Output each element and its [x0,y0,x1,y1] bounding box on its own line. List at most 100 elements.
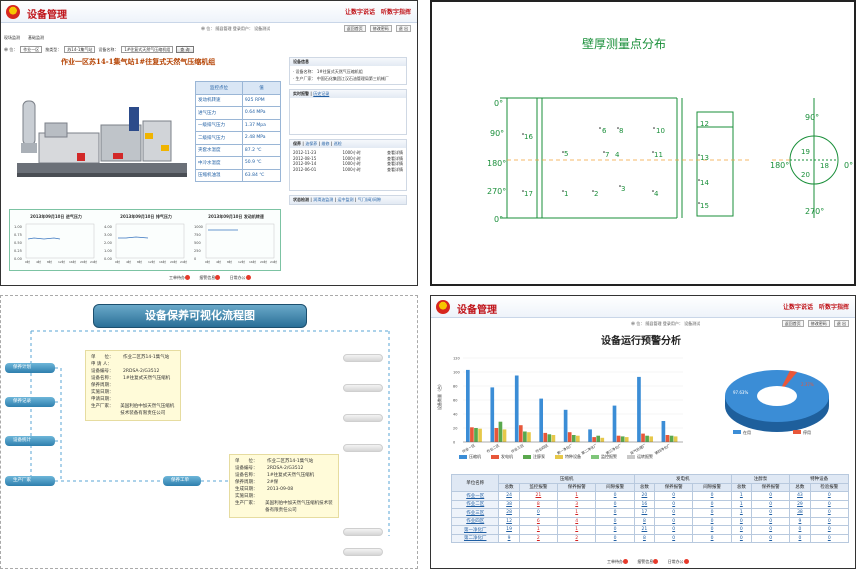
table-cell[interactable]: 17 [633,508,656,518]
table-cell[interactable]: 8 [518,499,559,509]
tab-oil[interactable]: 油保养 [305,141,317,146]
unit-name-link[interactable]: 作业三区 [450,508,500,518]
table-cell[interactable]: 28 [498,508,520,518]
table-cell[interactable]: 0 [789,533,811,543]
table-cell[interactable]: 0 [750,508,791,518]
table-cell[interactable]: 0 [692,491,732,501]
table-cell[interactable]: 1 [730,491,752,501]
table-cell[interactable]: 0 [595,508,635,518]
unit-name-link[interactable]: 作业四区 [450,516,500,526]
nav-item-live[interactable]: 现场监测 [4,35,20,40]
table-cell[interactable]: 0 [692,516,732,526]
table-cell[interactable]: 0 [750,516,791,526]
footer-alarm[interactable]: 报警信息 [199,275,221,280]
home-link[interactable]: 返回首页 [343,25,366,32]
table-cell[interactable]: 0 [692,533,732,543]
table-cell[interactable]: 0 [730,516,752,526]
list-detail-link[interactable]: 查看详情 [387,167,403,173]
table-cell[interactable]: 0 [809,491,850,501]
table-cell[interactable]: 1 [518,525,559,535]
table-cell[interactable]: 21 [633,525,656,535]
footer-workorder[interactable]: 工单待办 [607,559,628,564]
node-maint-record[interactable]: 保养记录 [5,397,55,407]
table-cell[interactable]: 6 [518,516,559,526]
table-cell[interactable]: 0 [692,525,732,535]
table-cell[interactable]: 9 [789,516,811,526]
table-cell[interactable]: 0 [653,499,694,509]
node-device-stats[interactable]: 设备统计 [5,436,55,446]
table-cell[interactable]: 1 [557,508,597,518]
table-cell[interactable]: 0 [789,525,811,535]
node-maint-plan[interactable]: 保养计划 [5,363,55,373]
tab-repair[interactable]: 维修 [322,141,330,146]
table-cell[interactable]: 0 [750,499,791,509]
table-cell[interactable]: 12 [498,516,520,526]
nav-item-basic[interactable]: 基础监测 [28,35,44,40]
table-cell[interactable]: 0 [809,508,850,518]
table-cell[interactable]: 38 [498,499,520,509]
table-cell[interactable]: 9 [498,533,520,543]
table-cell[interactable]: 0 [653,508,694,518]
unit-name-link[interactable]: 作业一区 [450,491,500,501]
table-cell[interactable]: 43 [789,491,811,501]
table-cell[interactable]: 24 [498,491,520,501]
table-cell[interactable]: 0 [809,525,850,535]
table-cell[interactable]: 0 [653,533,694,543]
valve-gap-link[interactable]: 气门(阀)间隙 [358,197,381,202]
table-cell[interactable]: 0 [595,533,635,543]
node-work-order[interactable]: 保养工单 [163,476,201,486]
tab-inspect[interactable]: 巡检 [334,141,342,146]
unit-select[interactable]: 作业一区 [20,46,43,53]
unit-name-link[interactable]: 第二净化厂 [450,533,500,543]
footer-office[interactable]: 日常办公 [230,275,251,280]
table-cell[interactable]: 0 [653,491,694,501]
table-cell[interactable]: 38 [789,508,811,518]
table-cell[interactable]: 21 [518,491,559,501]
table-cell[interactable]: 16 [633,499,656,509]
table-cell[interactable]: 29 [789,499,811,509]
table-cell[interactable]: 3 [557,499,597,509]
footer-alarm[interactable]: 报警信息 [637,559,659,564]
table-cell[interactable]: 0 [750,491,791,501]
node-manufacturer[interactable]: 生产厂家 [5,476,55,486]
table-cell[interactable]: 8 [633,533,656,543]
table-cell[interactable]: 8 [633,516,656,526]
password-link[interactable]: 修改密码 [807,320,830,327]
table-cell[interactable]: 2 [518,533,559,543]
table-cell[interactable]: 0 [730,525,752,535]
table-cell[interactable]: 0 [653,516,694,526]
table-cell[interactable]: 0 [809,533,850,543]
oil-monitor-link[interactable]: 润滑油监测 [313,197,333,202]
table-cell[interactable]: 0 [653,525,694,535]
table-cell[interactable]: 0 [595,491,635,501]
query-button[interactable]: 查 询 [176,46,194,53]
table-cell[interactable]: 1 [557,491,597,501]
table-cell[interactable]: 0 [750,533,791,543]
footer-workorder[interactable]: 工单待办 [169,275,190,280]
table-cell[interactable]: 1 [730,499,752,509]
table-cell[interactable]: 0 [809,516,850,526]
table-cell[interactable]: 0 [595,516,635,526]
table-cell[interactable]: 20 [633,491,656,501]
table-cell[interactable]: 1 [557,525,597,535]
type-select[interactable]: 苏14-1集气站 [64,46,96,53]
table-cell[interactable]: 0 [692,508,732,518]
run-monitor-link[interactable]: 运中监测 [338,197,354,202]
logout-link[interactable]: 退 出 [833,320,849,327]
table-cell[interactable]: 19 [498,525,520,535]
table-cell[interactable]: 4 [557,516,597,526]
password-link[interactable]: 修改密码 [369,25,392,32]
table-cell[interactable]: 0 [518,508,559,518]
table-cell[interactable]: 0 [750,525,791,535]
home-link[interactable]: 返回首页 [781,320,804,327]
table-cell[interactable]: 0 [595,499,635,509]
alarm-history-link[interactable]: 历史记录 [313,91,329,96]
unit-name-link[interactable]: 作业二区 [450,499,500,509]
footer-office[interactable]: 日常办公 [668,559,689,564]
table-cell[interactable]: 0 [692,499,732,509]
logout-link[interactable]: 退 出 [395,25,411,32]
table-cell[interactable]: 0 [730,533,752,543]
table-cell[interactable]: 0 [809,499,850,509]
table-cell[interactable]: 2 [557,533,597,543]
table-cell[interactable]: 0 [595,525,635,535]
